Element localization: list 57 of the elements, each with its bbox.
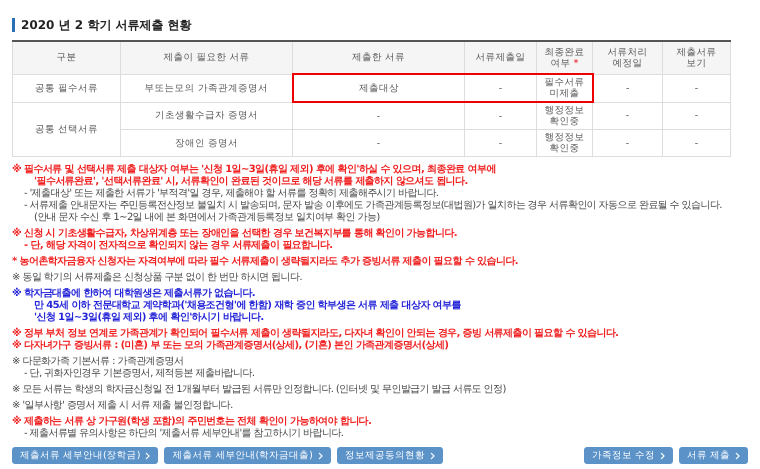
notice-text: * 농어촌학자금융자 신청자는 자격여부에 따라 필수 서류제출이 생략될지라도 추가 증빙서류 제출이 필요할 수 있습니다. xyxy=(12,256,518,268)
notice-text: ※ 신청 시 기초생활수급자, 차상위계층 또는 장애인을 선택한 경우 보건복지부를 통해 확인이 가능합니다. xyxy=(12,228,457,240)
table-cell: - xyxy=(592,130,662,156)
column-header: 서류제출일 xyxy=(464,41,536,74)
notice-text: ※ 학자금대출에 한하여 대학원생은 제출서류가 없습니다. xyxy=(12,288,255,300)
table-cell: - xyxy=(662,130,730,156)
notice-text: '필수서류완료', '선택서류완료' 시, 서류확인이 완료된 것이므로 해당 서류를 제출하지 않으셔도 됩니다. xyxy=(33,176,468,188)
category-cell: 공통 선택서류 xyxy=(12,102,120,156)
notice-text: - 서류제출 안내문자는 주민등록전산정보 불일치 시 발송되며, 문자 발송 이후에도 가족관계등록정보(대법원)가 일치하는 경우 서류확인이 자동으로 완료될 수 있습니다. xyxy=(23,200,722,212)
table-cell: 행정정보 확인중 xyxy=(536,130,592,156)
notice-text: ※ 다문화가족 기본서류 : 가족관계증명서 xyxy=(12,356,184,368)
notice-text: ※ 정부 부처 정보 연계로 가족관계가 확인되어 필수서류 제출이 생략될지라도, 다자녀 확인이 안되는 경우, 증빙 서류제출이 필요할 수 있습니다. xyxy=(12,328,618,340)
table-cell: 장애인 증명서 xyxy=(120,130,292,156)
table-cell: 행정정보 확인중 xyxy=(536,102,592,130)
table-cell: - xyxy=(662,102,730,130)
notice-text: - '제출대상' 또는 제출한 서류가 '부적격'일 경우, 제출해야 할 서류를 정확히 제출해주시기 바랍니다. xyxy=(23,188,438,200)
column-header: 구분 xyxy=(12,41,120,74)
notice-text: ※ 제출하는 서류 상 가구원(학생 포함)의 주민번호는 전체 확인이 가능하여야 합니다. xyxy=(12,416,372,428)
column-header: 제출한 서류 xyxy=(292,41,464,74)
table-cell: - xyxy=(662,74,730,102)
table-cell: - xyxy=(292,130,464,156)
link-button[interactable]: 가족정보 수정 xyxy=(584,447,673,464)
link-button[interactable]: 제출서류 세부안내(장학금) xyxy=(12,447,158,464)
notice-text: ※ 다자녀가구 증빙서류 : (미혼) 부 또는 모의 가족관계증명서(상세), (기혼) 본인 가족관계증명서(상세) xyxy=(12,340,448,352)
table-cell: 필수서류 미제출 xyxy=(536,74,592,102)
link-button[interactable]: 서류 제출 xyxy=(678,447,748,464)
column-header: 제출서류 보기 xyxy=(662,41,730,74)
chevron-right-icon xyxy=(145,452,150,460)
notice-text: - 단, 해당 자격이 전자적으로 확인되지 않는 경우 서류제출이 필요합니다. xyxy=(23,240,332,252)
notice-text: ※ 필수서류 및 선택서류 제출 대상자 여부는 '신청 1일~3일(휴일 제외) 후에 확인'하실 수 있으며, 최종완료 여부에 xyxy=(12,164,496,176)
chevron-right-icon xyxy=(735,452,740,460)
section-title: 2020 년 2 학기 서류제출 현황 xyxy=(12,18,192,32)
table-cell: - xyxy=(592,102,662,130)
table-cell: - xyxy=(292,102,464,130)
notice-text: ※ 동일 학기의 서류제출은 신청상품 구분 없이 한 번만 하시면 됩니다. xyxy=(12,272,302,284)
chevron-right-icon xyxy=(318,452,323,460)
notice-text: - 단, 귀화자인경우 기본증명서, 제적등본 제출바랍니다. xyxy=(23,368,254,380)
table-cell: 기초생활수급자 증명서 xyxy=(120,102,292,130)
notice-text: ※ '일부사항' 증명서 제출 시 서류 제출 불인정합니다. xyxy=(12,400,233,412)
notice-text: '신청 1일~3일(휴일 제외) 후에 확인'하시기 바랍니다. xyxy=(33,312,264,324)
link-button[interactable]: 정보제공동의현황 xyxy=(336,447,443,464)
table-cell: - xyxy=(592,74,662,102)
column-header: 서류처리 예정일 xyxy=(592,41,662,74)
chevron-right-icon xyxy=(660,452,665,460)
table-cell: 제출대상 xyxy=(292,74,464,102)
column-header: 최종완료 여부 * xyxy=(536,41,592,74)
chevron-right-icon xyxy=(430,452,435,460)
link-button[interactable]: 제출서류 세부안내(학자금대출) xyxy=(164,447,331,464)
notice-text: ※ 모든 서류는 학생의 학자금신청일 전 1개월부터 발급된 서류만 인정합니다. (인터넷 및 무인발급기 발급 서류도 인정) xyxy=(12,384,506,396)
notice-text: 만 45세 이하 전문대학교 계약학과('채용조건형'에 한함) 재학 중인 학부생은 서류 제출 대상자 여부를 xyxy=(33,300,461,312)
column-header: 제출이 필요한 서류 xyxy=(120,41,292,74)
table-cell: - xyxy=(464,74,536,102)
table-cell: - xyxy=(464,102,536,130)
notice-text: (안내 문자 수신 후 1~2일 내에 본 화면에서 가족관계등록정보 일치여부 확인 가능) xyxy=(33,212,380,224)
category-cell: 공통 필수서류 xyxy=(12,74,120,102)
table-cell: - xyxy=(464,130,536,156)
notice-text: - 제출서류별 유의사항은 하단의 '제출서류 세부안내'를 참고하시기 바랍니다. xyxy=(23,428,344,440)
